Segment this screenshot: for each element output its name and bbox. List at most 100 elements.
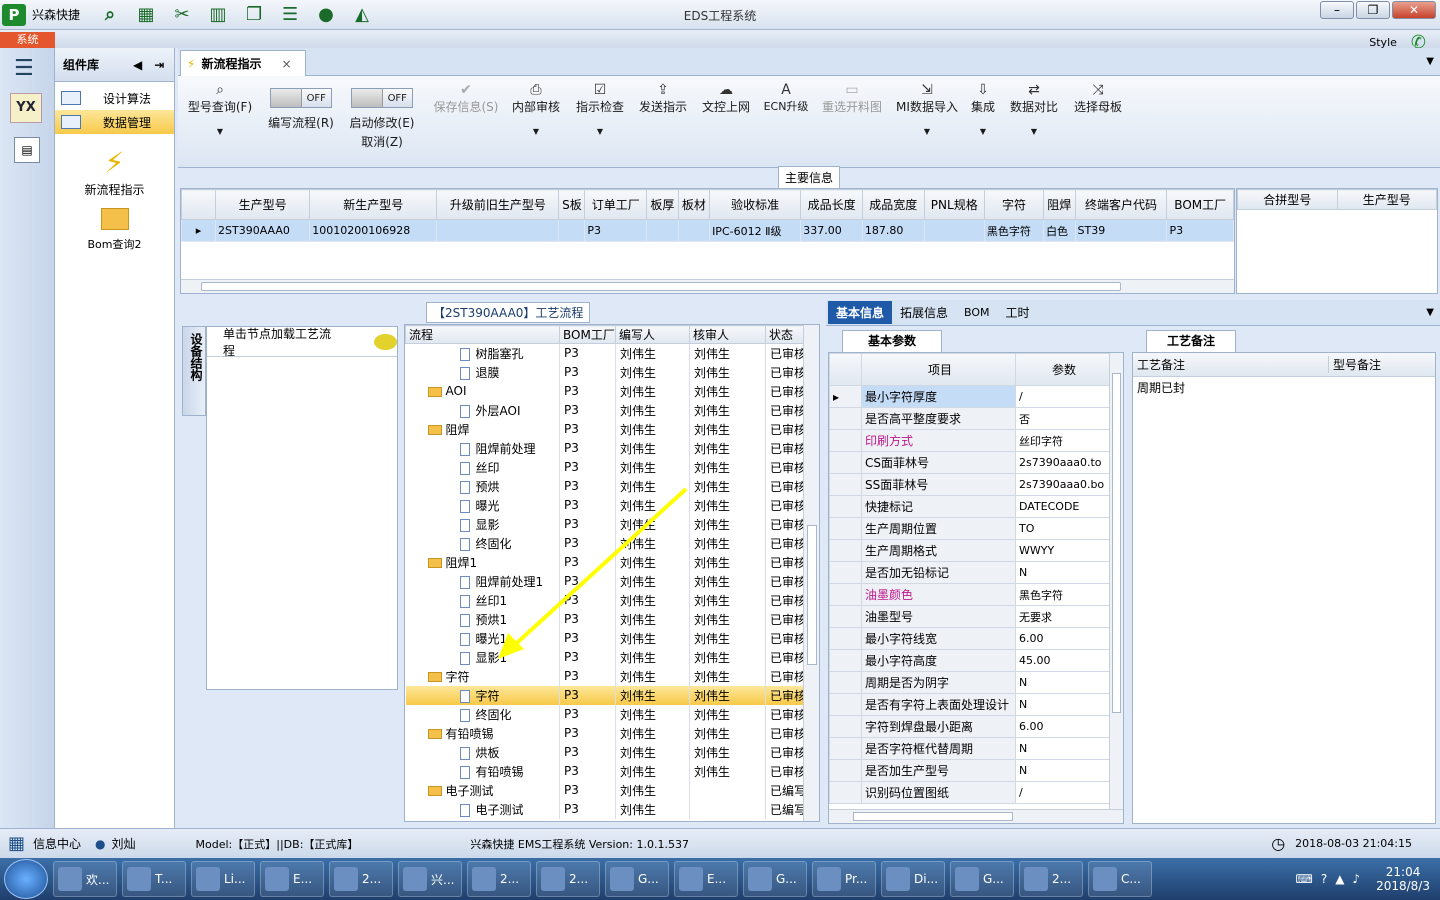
- param-value[interactable]: 2s7390aaa0.to: [1015, 451, 1110, 474]
- calendar-icon[interactable]: ▤: [14, 137, 40, 163]
- column-header-item[interactable]: 项目: [861, 353, 1016, 386]
- dropdown-icon[interactable]: ▼: [1426, 307, 1434, 318]
- vertical-scrollbar[interactable]: [1109, 353, 1123, 809]
- param-row[interactable]: 是否加生产型号 N: [829, 759, 1110, 782]
- tab-dropdown-icon[interactable]: ▼: [1426, 56, 1434, 67]
- flow-row[interactable]: 阻焊前处理 P3 刘伟生 刘伟生 已审核: [405, 438, 804, 458]
- user-icon[interactable]: ●: [312, 3, 340, 27]
- param-row[interactable]: 是否高平整度要求否: [829, 407, 1110, 430]
- flow-node[interactable]: 烘板: [405, 742, 560, 762]
- taskbar-button[interactable]: E...: [674, 861, 738, 897]
- param-row[interactable]: 油墨型号 无要求: [829, 605, 1110, 628]
- flow-node[interactable]: 电子测试: [405, 799, 560, 819]
- windows-grid-icon[interactable]: ▦: [8, 833, 25, 854]
- internal-review-button[interactable]: ⎙ 内部审核 ▼: [508, 82, 564, 136]
- param-value[interactable]: 6.00: [1015, 715, 1110, 738]
- flow-row[interactable]: 退膜 P3 刘伟生 刘伟生 已审核: [405, 362, 804, 382]
- column-header[interactable]: 终端客户代码: [1074, 189, 1168, 220]
- collapse-left-icon[interactable]: ◀: [133, 58, 142, 72]
- flow-row[interactable]: 丝印 P3 刘伟生 刘伟生 已审核: [405, 457, 804, 477]
- search-icon[interactable]: ⌕: [96, 3, 124, 27]
- flow-node[interactable]: 字符: [405, 666, 560, 686]
- menu-icon[interactable]: ☰: [14, 56, 54, 81]
- mi-import-button[interactable]: ⇲ MI数据导入 ▼: [892, 82, 962, 136]
- param-value[interactable]: 2s7390aaa0.bo: [1015, 473, 1110, 496]
- flow-row[interactable]: 字符 P3 刘伟生 刘伟生 已审核: [405, 685, 804, 705]
- taskbar-button[interactable]: Pr...: [812, 861, 876, 897]
- taskbar-button[interactable]: G...: [950, 861, 1014, 897]
- yx-module-icon[interactable]: YX: [10, 93, 42, 123]
- flow-row[interactable]: 终固化 P3 刘伟生 刘伟生 已审核: [405, 704, 804, 724]
- flow-row[interactable]: 有铅喷锡 P3 刘伟生 刘伟生 已审核: [405, 761, 804, 781]
- main-info-cell[interactable]: 黑色字符: [983, 219, 1045, 242]
- tab-extended-info[interactable]: 拓展信息: [892, 301, 956, 324]
- close-button[interactable]: ✕: [1392, 1, 1436, 19]
- param-value[interactable]: WWYY: [1015, 539, 1110, 562]
- taskbar-button[interactable]: 2...: [1019, 861, 1083, 897]
- model-query-button[interactable]: ⌕ 型号查询(F) ▼: [184, 82, 256, 136]
- chart-icon[interactable]: ◭: [348, 3, 376, 27]
- integrate-button[interactable]: ⇩ 集成 ▼: [968, 82, 998, 136]
- column-header-param[interactable]: 参数: [1015, 353, 1110, 386]
- flow-node[interactable]: 阻焊前处理: [405, 438, 560, 458]
- flow-node[interactable]: 终固化: [405, 704, 560, 724]
- column-header[interactable]: 板厚: [646, 189, 679, 220]
- upload-online-button[interactable]: ☁ 文控上网: [698, 82, 754, 115]
- taskbar-button[interactable]: G...: [743, 861, 807, 897]
- taskbar-button[interactable]: E...: [260, 861, 324, 897]
- info-center-label[interactable]: 信息中心: [33, 835, 81, 852]
- param-row[interactable]: 是否有字符上表面处理设计 N: [829, 693, 1110, 716]
- main-info-cell[interactable]: P3: [1166, 219, 1234, 242]
- flow-row[interactable]: 字符 P3 刘伟生 刘伟生 已审核: [405, 666, 804, 686]
- param-row[interactable]: 最小字符线宽 6.00: [829, 627, 1110, 650]
- param-value[interactable]: N: [1015, 737, 1110, 760]
- column-header-writer[interactable]: 编写人: [615, 325, 690, 344]
- flow-node[interactable]: 退膜: [405, 362, 560, 382]
- start-button[interactable]: [4, 859, 48, 899]
- column-header[interactable]: 新生产型号: [309, 189, 438, 220]
- param-value[interactable]: TO: [1015, 517, 1110, 540]
- column-header[interactable]: 验收标准: [709, 189, 802, 220]
- scissors-icon[interactable]: ✂: [168, 3, 196, 27]
- column-header-bom[interactable]: BOM工厂: [559, 325, 616, 344]
- taskbar-button[interactable]: 欢...: [53, 861, 117, 897]
- flow-node[interactable]: 外层AOI: [405, 400, 560, 420]
- main-info-cell[interactable]: IPC-6012 Ⅱ级: [709, 219, 802, 242]
- column-header-status[interactable]: 状态: [765, 325, 804, 344]
- param-value[interactable]: 45.00: [1015, 649, 1110, 672]
- param-row[interactable]: 是否加无铅标记 N: [829, 561, 1110, 584]
- column-header[interactable]: 成品宽度: [861, 189, 925, 220]
- param-row[interactable]: 生产周期位置 TO: [829, 517, 1110, 540]
- flow-node[interactable]: 树脂塞孔: [405, 343, 560, 363]
- main-info-cell[interactable]: [436, 219, 560, 242]
- param-row[interactable]: 是否字符框代替周期 N: [829, 737, 1110, 760]
- taskbar-button[interactable]: Li...: [191, 861, 255, 897]
- column-header[interactable]: BOM工厂: [1166, 189, 1234, 220]
- main-info-cell[interactable]: [923, 219, 985, 242]
- main-info-cell[interactable]: [677, 219, 711, 242]
- process-notes-tab[interactable]: 工艺备注: [1146, 330, 1236, 352]
- column-header[interactable]: 阻焊: [1043, 189, 1076, 220]
- flow-node[interactable]: AOI: [405, 381, 560, 401]
- flow-row[interactable]: 电子测试 P3 刘伟生 已编写: [405, 799, 804, 819]
- column-header[interactable]: 生产型号: [214, 189, 311, 220]
- reselect-button[interactable]: ▭ 重选开料图: [818, 82, 886, 115]
- column-header[interactable]: PNL规格: [923, 189, 985, 220]
- main-info-cell[interactable]: [558, 219, 586, 242]
- main-info-cell[interactable]: 337.00: [800, 219, 863, 242]
- equipment-structure-tab[interactable]: 设备结构: [182, 326, 206, 416]
- main-info-cell[interactable]: 10010200106928: [309, 219, 438, 242]
- film-icon[interactable]: ▥: [204, 3, 232, 27]
- system-tab[interactable]: 系统: [0, 32, 55, 48]
- param-row[interactable]: CS面菲林号 2s7390aaa0.to: [829, 451, 1110, 474]
- minimize-button[interactable]: –: [1320, 1, 1354, 19]
- network-icon[interactable]: ▲: [1335, 872, 1344, 886]
- main-info-cell[interactable]: [646, 219, 679, 242]
- column-header[interactable]: 板材: [677, 189, 711, 220]
- horizontal-scrollbar[interactable]: [829, 809, 1123, 823]
- library-item-data-management[interactable]: 数据管理: [55, 110, 174, 134]
- param-value[interactable]: N: [1015, 671, 1110, 694]
- flow-row[interactable]: 烘板 P3 刘伟生 刘伟生 已审核: [405, 742, 804, 762]
- list-icon[interactable]: ☰: [276, 3, 304, 27]
- flow-row[interactable]: 电子测试 P3 刘伟生 已编写: [405, 780, 804, 800]
